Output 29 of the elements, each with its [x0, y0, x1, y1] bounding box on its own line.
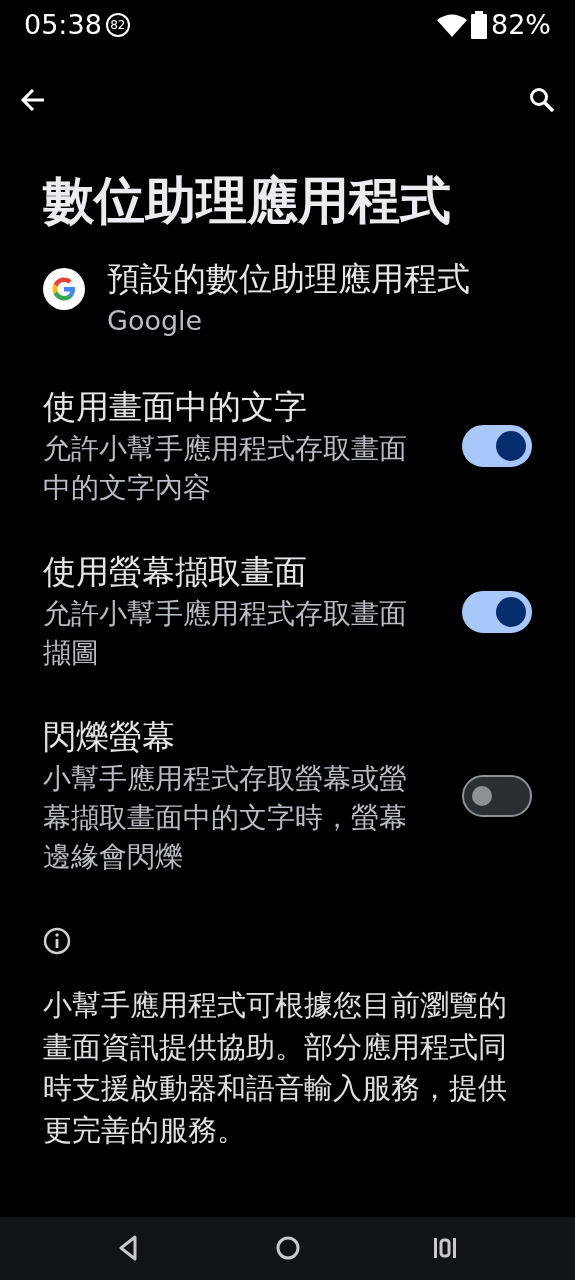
item-title: 預設的數位助理應用程式 [107, 258, 470, 301]
status-time: 05:38 [24, 7, 102, 42]
setting-item[interactable]: 閃爍螢幕 小幫手應用程式存取螢幕或螢幕擷取畫面中的文字時，螢幕邊緣會閃爍 [43, 716, 532, 877]
default-app-item[interactable]: 預設的數位助理應用程式 Google [43, 258, 575, 342]
description-text: 小幫手應用程式可根據您目前瀏覽的畫面資訊提供協助。部分應用程式同時支援啟動器和語音輸入服務，提供更完善的服務。 [43, 987, 508, 1150]
info-icon [43, 926, 71, 955]
setting-title: 使用畫面中的文字 [43, 385, 308, 428]
battery-icon [471, 11, 487, 39]
setting-summary: 小幫手應用程式存取螢幕或螢幕擷取畫面中的文字時，螢幕邊緣會閃爍 [43, 761, 408, 876]
item-value: Google [107, 304, 204, 339]
recents-nav-icon[interactable] [433, 1235, 457, 1261]
page-title: 數位助理應用程式 [43, 170, 452, 232]
setting-summary: 允許小幫手應用程式存取畫面擷圖 [43, 595, 408, 672]
battery-percent: 82% [491, 7, 551, 42]
search-icon[interactable] [529, 87, 555, 113]
back-arrow-icon[interactable] [20, 88, 46, 112]
toggle-switch[interactable] [462, 425, 532, 468]
setting-summary: 允許小幫手應用程式存取畫面中的文字內容 [43, 430, 408, 506]
notification-badge: 82 [105, 13, 130, 37]
setting-title: 閃爍螢幕 [43, 716, 176, 759]
home-nav-icon[interactable] [275, 1235, 301, 1261]
toggle-switch[interactable] [462, 775, 532, 818]
setting-title: 使用螢幕擷取畫面 [43, 550, 308, 593]
toggle-switch[interactable] [462, 590, 532, 633]
setting-item[interactable]: 使用螢幕擷取畫面 允許小幫手應用程式存取畫面擷圖 [43, 550, 532, 673]
setting-item[interactable]: 使用畫面中的文字 允許小幫手應用程式存取畫面中的文字內容 [43, 385, 532, 507]
wifi-icon [437, 13, 467, 37]
google-logo-icon [43, 268, 85, 311]
back-nav-icon[interactable] [118, 1235, 138, 1261]
